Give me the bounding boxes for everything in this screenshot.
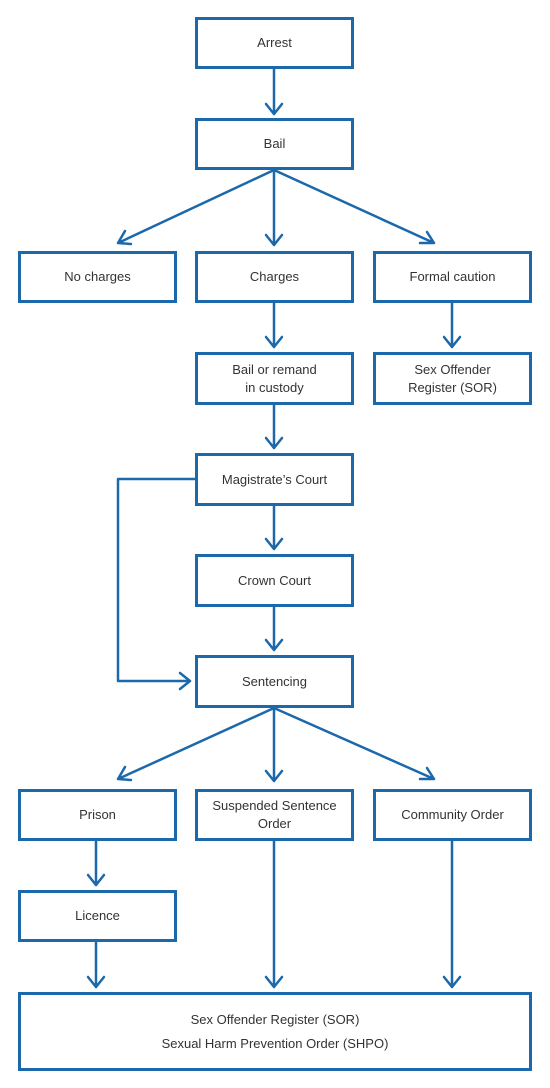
node-label: Register (SOR) bbox=[408, 379, 497, 395]
node-label: Charges bbox=[249, 269, 300, 284]
node-bail: Bail bbox=[195, 118, 354, 170]
arrow-bail-charges bbox=[264, 168, 284, 247]
node-label: Sexual Harm Prevention Order (SHPO) bbox=[161, 1035, 389, 1051]
node-no-charges: No charges bbox=[18, 251, 177, 303]
node-label: Community Order bbox=[401, 807, 504, 822]
node-suspended-sentence-order: Suspended Sentence Order bbox=[195, 789, 354, 841]
node-label: Bail bbox=[263, 136, 286, 151]
node-label: Sentencing bbox=[241, 673, 308, 689]
node-label: Sex Offender Register (SOR) bbox=[190, 1011, 360, 1027]
arrow-crown-sentencing bbox=[264, 605, 284, 652]
node-sex-offender-register: Sex Offender Register (SOR) bbox=[373, 352, 532, 405]
arrow-caution-sor bbox=[442, 301, 462, 349]
node-label: Formal caution bbox=[409, 269, 496, 284]
node-label: No charges bbox=[64, 269, 131, 284]
node-label: Arrest bbox=[257, 35, 292, 50]
node-label: Magistrate’s Court bbox=[221, 471, 328, 487]
arrow-licence-final bbox=[86, 940, 106, 989]
arrow-sentencing-suspended bbox=[264, 706, 284, 783]
node-label: Suspended Sentence bbox=[212, 798, 337, 813]
node-licence: Licence bbox=[18, 890, 177, 942]
arrow-remand-magistrates bbox=[264, 403, 284, 450]
node-label: Sex Offender bbox=[414, 361, 491, 377]
node-formal-caution: Formal caution bbox=[373, 251, 532, 303]
node-label: Crown Court bbox=[238, 572, 311, 588]
arrow-bail-nocharges bbox=[116, 168, 276, 246]
node-magistrates-court: Magistrate’s Court bbox=[195, 453, 354, 506]
node-sentencing: Sentencing bbox=[195, 655, 354, 708]
arrow-suspended-final bbox=[264, 839, 284, 989]
arrow-sentencing-community bbox=[272, 706, 436, 781]
node-crown-court: Crown Court bbox=[195, 554, 354, 607]
node-label: Order bbox=[257, 816, 292, 831]
node-prison: Prison bbox=[18, 789, 177, 841]
node-community-order: Community Order bbox=[373, 789, 532, 841]
node-arrest: Arrest bbox=[195, 17, 354, 69]
arrow-bail-caution bbox=[272, 168, 436, 245]
node-final-orders: Sex Offender Register (SOR) Sexual Harm P… bbox=[18, 992, 532, 1071]
node-label: Licence bbox=[75, 908, 120, 923]
arrow-charges-remand bbox=[264, 301, 284, 349]
node-charges: Charges bbox=[195, 251, 354, 303]
arrow-magistrates-crown bbox=[264, 504, 284, 551]
node-label: Prison bbox=[79, 807, 116, 822]
arrow-arrest-bail bbox=[264, 66, 284, 116]
arrow-community-final bbox=[442, 839, 462, 989]
arrow-prison-licence bbox=[86, 839, 106, 887]
arrow-sentencing-prison bbox=[116, 706, 276, 782]
node-label: in custody bbox=[245, 379, 304, 395]
node-bail-or-remand: Bail or remand in custody bbox=[195, 352, 354, 405]
node-label: Bail or remand bbox=[232, 361, 317, 377]
flowchart: Arrest Bail No charges Charges Formal ca… bbox=[0, 0, 550, 1088]
arrow-magistrates-sentencing-bypass bbox=[116, 477, 197, 691]
